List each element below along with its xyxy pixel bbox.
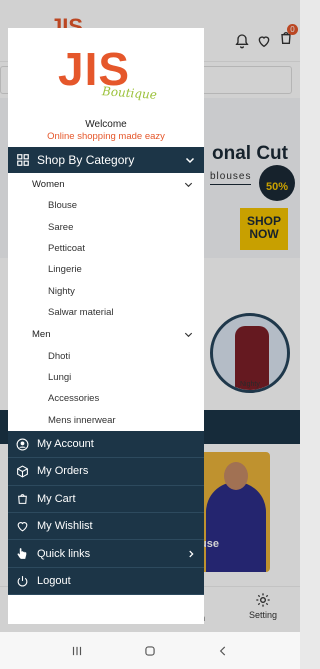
shopping-bag-icon (18, 494, 27, 505)
category-item-lingerie[interactable]: Lingerie (8, 259, 204, 280)
chevron-down-icon (185, 157, 195, 164)
menu-logout[interactable]: Logout (8, 567, 204, 596)
system-navigation-bar (0, 632, 300, 669)
menu-label: My Cart (37, 492, 76, 505)
category-group-label: Women (32, 178, 65, 190)
menu-my-wishlist[interactable]: My Wishlist (8, 513, 204, 541)
category-item-petticoat[interactable]: Petticoat (8, 238, 204, 259)
account-icon (16, 438, 29, 451)
recent-apps-icon[interactable] (70, 644, 84, 658)
home-icon[interactable] (143, 644, 157, 658)
category-item-salwar-material[interactable]: Salwar material (8, 302, 204, 323)
category-group-label: Men (32, 328, 51, 340)
menu-label: My Orders (37, 465, 89, 478)
category-item-saree[interactable]: Saree (8, 216, 204, 237)
power-icon (17, 575, 28, 586)
navigation-drawer: JIS Boutique Welcome Online shopping mad… (8, 28, 204, 624)
drawer-header: JIS Boutique Welcome Online shopping mad… (8, 28, 204, 147)
menu-label: Logout (37, 575, 71, 588)
grid-icon (17, 154, 29, 166)
hand-pointer-icon (17, 548, 27, 560)
category-item-dhoti[interactable]: Dhoti (8, 345, 204, 366)
shop-by-category-label: Shop By Category (37, 153, 135, 167)
shop-by-category-toggle[interactable]: Shop By Category (8, 147, 204, 173)
menu-my-account[interactable]: My Account (8, 430, 204, 459)
chevron-down-icon (184, 332, 193, 337)
menu-quick-links[interactable]: Quick links (8, 540, 204, 568)
back-icon[interactable] (216, 644, 230, 658)
category-group-women[interactable]: Women (8, 173, 204, 195)
menu-my-orders[interactable]: My Orders (8, 458, 204, 486)
welcome-text: Welcome (85, 119, 127, 130)
menu-label: My Account (37, 438, 94, 451)
category-group-men[interactable]: Men (8, 323, 204, 345)
menu-my-cart[interactable]: My Cart (8, 485, 204, 514)
category-item-nighty[interactable]: Nighty (8, 281, 204, 302)
chevron-down-icon (184, 182, 193, 187)
chevron-right-icon (189, 550, 194, 558)
category-item-mens-innerwear[interactable]: Mens innerwear (8, 410, 204, 431)
category-item-accessories[interactable]: Accessories (8, 388, 204, 409)
box-icon (17, 465, 28, 478)
tagline-text: Online shopping made eazy (47, 131, 165, 142)
menu-label: My Wishlist (37, 520, 93, 533)
brand-logo-script: Boutique (101, 84, 158, 102)
category-item-blouse[interactable]: Blouse (8, 195, 204, 216)
heart-icon (17, 521, 28, 532)
category-item-lungi[interactable]: Lungi (8, 367, 204, 388)
menu-label: Quick links (37, 547, 91, 560)
